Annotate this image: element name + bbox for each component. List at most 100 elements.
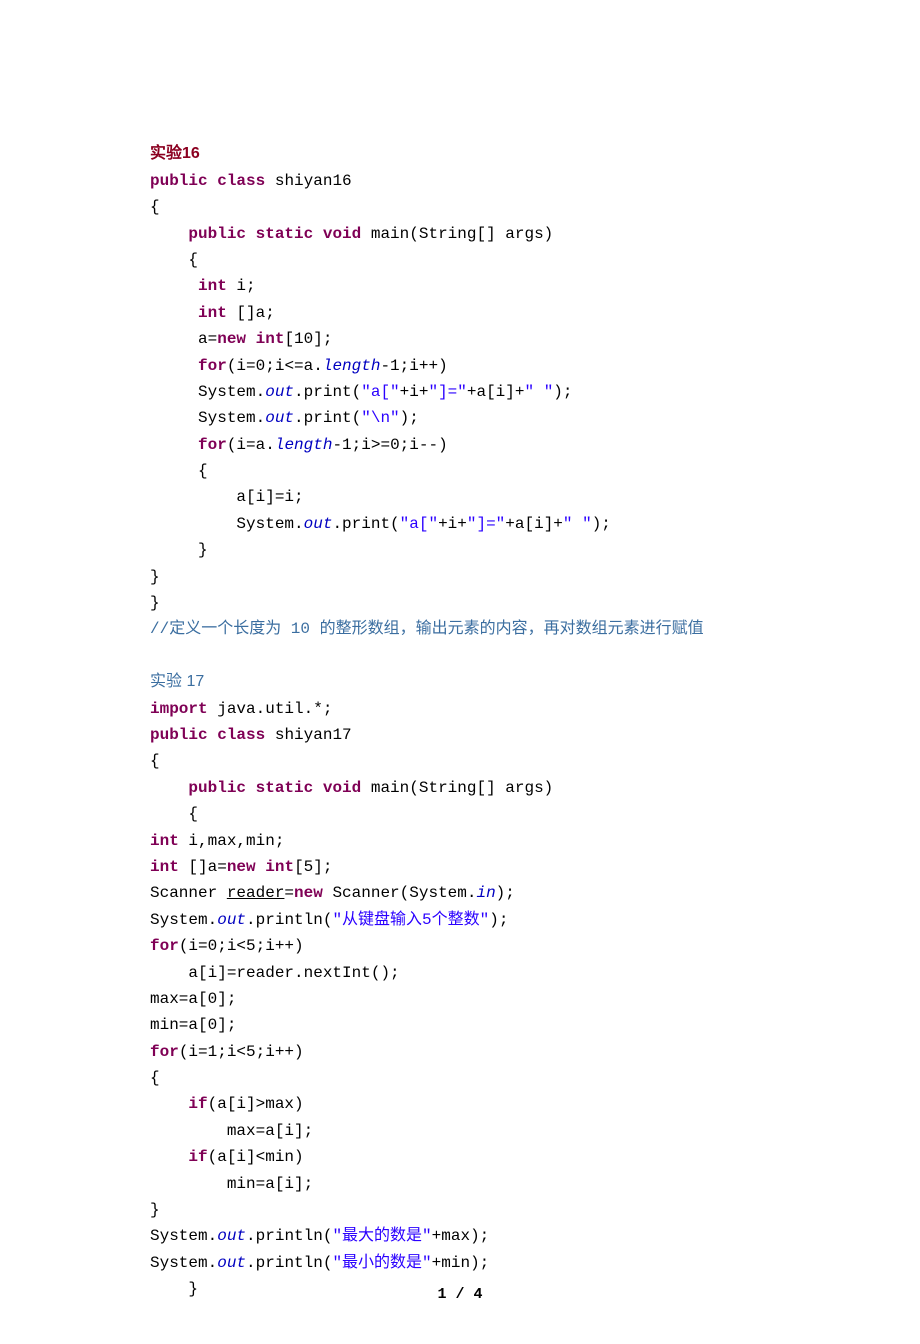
code-text: -1;i>=0;i--) (332, 436, 447, 454)
brace: { (150, 752, 160, 770)
code-text: .print( (294, 383, 361, 401)
code-text: +i+ (400, 383, 429, 401)
code-text: (i=0;i<5;i++) (179, 937, 304, 955)
string-literal: "最大的数是" (332, 1227, 431, 1245)
code-text: System. (150, 409, 265, 427)
kw-int: int (150, 858, 179, 876)
indent (150, 277, 198, 295)
code-text: .println( (246, 1227, 332, 1245)
brace: { (150, 462, 208, 480)
code-text: +max); (432, 1227, 490, 1245)
code-text: a[i]=reader.nextInt(); (150, 964, 400, 982)
brace: { (150, 805, 198, 823)
page-number: 1 / 4 (0, 1283, 920, 1308)
field-out: out (265, 409, 294, 427)
code-text: min=a[i]; (150, 1175, 313, 1193)
brace: { (150, 251, 198, 269)
section-title-16: 实验16 (150, 145, 200, 162)
kw-class: class (217, 726, 265, 744)
kw-public: public (188, 225, 246, 243)
kw-static: static (256, 779, 314, 797)
code-text: +min); (432, 1254, 490, 1272)
code-text: Scanner (150, 884, 227, 902)
code-text: [10]; (284, 330, 332, 348)
field-in: in (476, 884, 495, 902)
kw-static: static (256, 225, 314, 243)
code-text: = (284, 884, 294, 902)
code-text: (i=1;i<5;i++) (179, 1043, 304, 1061)
field-length: length (323, 357, 381, 375)
string-literal: "最小的数是" (332, 1254, 431, 1272)
kw-for: for (198, 357, 227, 375)
indent (150, 779, 188, 797)
code-text: System. (150, 1254, 217, 1272)
var-decl: i; (227, 277, 256, 295)
kw-for: for (150, 937, 179, 955)
var-decl: []a; (227, 304, 275, 322)
field-out: out (217, 1254, 246, 1272)
code-text: min=a[0]; (150, 1016, 236, 1034)
indent (150, 304, 198, 322)
string-literal: "]=" (467, 515, 505, 533)
kw-int: int (198, 277, 227, 295)
brace: } (150, 1201, 160, 1219)
code-text: +a[i]+ (467, 383, 525, 401)
kw-if: if (188, 1095, 207, 1113)
brace: { (150, 198, 160, 216)
import-text: java.util.*; (208, 700, 333, 718)
indent (150, 1148, 188, 1166)
code-text: System. (150, 515, 304, 533)
kw-if: if (188, 1148, 207, 1166)
code-text: Scanner(System. (323, 884, 477, 902)
code-text: (i=a. (227, 436, 275, 454)
code-text: System. (150, 911, 217, 929)
string-literal: " " (563, 515, 592, 533)
class-name: shiyan17 (265, 726, 351, 744)
code-text: max=a[0]; (150, 990, 236, 1008)
code-text: ); (496, 884, 515, 902)
indent (150, 225, 188, 243)
code-text: System. (150, 1227, 217, 1245)
code-text: (i=0;i<=a. (227, 357, 323, 375)
code-text: a= (150, 330, 217, 348)
string-literal: "\n" (361, 409, 399, 427)
field-length: length (275, 436, 333, 454)
kw-void: void (323, 779, 361, 797)
kw-int: int (256, 330, 285, 348)
code-text: -1;i++) (380, 357, 447, 375)
code-text: .println( (246, 1254, 332, 1272)
string-literal: "a[" (361, 383, 399, 401)
code-text: +i+ (438, 515, 467, 533)
brace: } (150, 594, 160, 612)
string-literal: "a[" (400, 515, 438, 533)
field-out: out (304, 515, 333, 533)
code-text: System. (150, 383, 265, 401)
kw-new: new (294, 884, 323, 902)
string-literal: " " (524, 383, 553, 401)
field-out: out (217, 1227, 246, 1245)
comment-line: //定义一个长度为 10 的整形数组，输出元素的内容，再对数组元素进行赋值 (150, 620, 704, 638)
class-name: shiyan16 (265, 172, 351, 190)
kw-int: int (150, 832, 179, 850)
code-text: (a[i]<min) (208, 1148, 304, 1166)
code-text: .print( (332, 515, 399, 533)
code-text: ); (592, 515, 611, 533)
kw-new: new (227, 858, 256, 876)
code-text: ); (400, 409, 419, 427)
indent (150, 357, 198, 375)
kw-for: for (198, 436, 227, 454)
code-text: .println( (246, 911, 332, 929)
method-sig: main(String[] args) (361, 779, 553, 797)
code-text: .print( (294, 409, 361, 427)
field-out: out (217, 911, 246, 929)
code-text: ); (489, 911, 508, 929)
brace: } (150, 568, 160, 586)
code-text: (a[i]>max) (208, 1095, 304, 1113)
indent (150, 436, 198, 454)
code-text: max=a[i]; (150, 1122, 313, 1140)
var-decl: i,max,min; (179, 832, 285, 850)
kw-void: void (323, 225, 361, 243)
var-reader: reader (227, 884, 285, 902)
kw-int: int (265, 858, 294, 876)
code-block: 实验16 public class shiyan16 { public stat… (150, 115, 770, 1303)
